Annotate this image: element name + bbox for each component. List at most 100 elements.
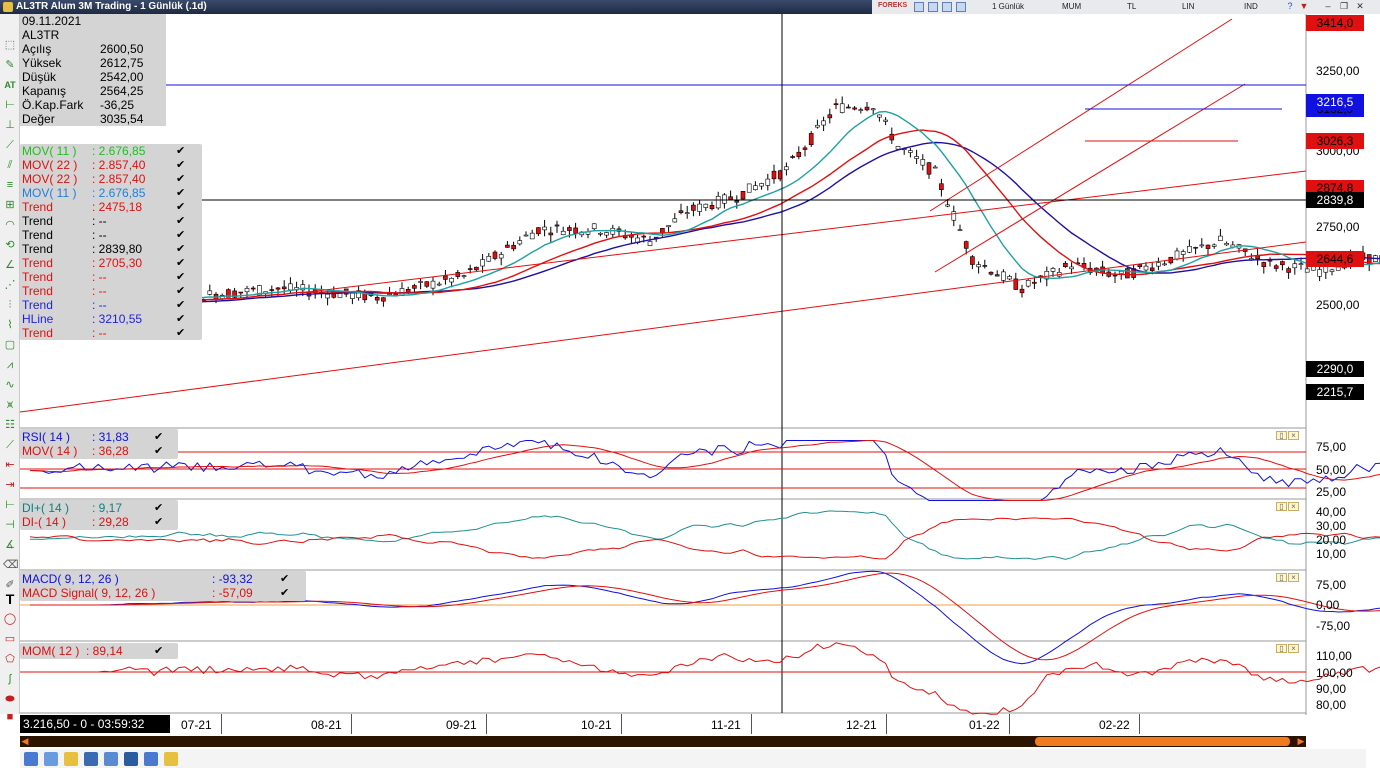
image-icon[interactable]	[124, 752, 138, 766]
panel-restore-icon[interactable]: ▯	[1276, 644, 1287, 653]
indicator-name: Trend	[22, 298, 53, 312]
save-disk-icon[interactable]	[84, 752, 98, 766]
panel-restore-icon[interactable]: ▯	[1276, 573, 1287, 582]
checkmark-icon[interactable]: ✔	[154, 430, 163, 444]
search-icon[interactable]	[24, 752, 38, 766]
checkmark-icon[interactable]: ✔	[280, 572, 289, 586]
zoom-in-icon[interactable]	[104, 752, 118, 766]
scroll-thumb[interactable]	[1035, 737, 1290, 746]
di-plus-label: DI+( 14 )	[22, 501, 70, 515]
candle-down	[1137, 264, 1143, 268]
panel-restore-icon[interactable]: ▯	[1276, 502, 1287, 511]
candle-down	[641, 235, 647, 238]
indicator-name: Trend	[22, 326, 53, 340]
candle-down	[511, 244, 516, 250]
indicator-row[interactable]: Trend: -- ✔	[22, 228, 185, 242]
date-tick	[1139, 714, 1140, 734]
candle-down	[275, 287, 281, 290]
checkmark-icon[interactable]: ✔	[154, 644, 163, 658]
mom-value: : 89,14	[86, 644, 123, 658]
rsi-mov-value: : 36,28	[92, 444, 129, 458]
indicator-row[interactable]: MOV( 22 ): 2.857,40 ✔	[22, 172, 185, 186]
checkmark-icon[interactable]: ✔	[176, 186, 185, 200]
di-axis-label: 20,00	[1316, 533, 1347, 547]
checkmark-icon[interactable]: ✔	[176, 326, 185, 340]
panel-close-icon[interactable]: ×	[1288, 502, 1299, 511]
rsi-mov-row[interactable]: MOV( 14 ): 36,28 ✔	[22, 444, 163, 458]
checkmark-icon[interactable]: ✔	[176, 172, 185, 186]
indicator-name: MOV( 22 )	[22, 172, 78, 186]
indicator-row[interactable]: Trend: -- ✔	[22, 284, 185, 298]
checkmark-icon[interactable]: ✔	[176, 284, 185, 298]
indicator-name: MOV( 11 )	[22, 144, 77, 158]
checkmark-icon[interactable]: ✔	[280, 586, 289, 600]
panel-close-icon[interactable]: ×	[1288, 644, 1299, 653]
mom-legend: MOM( 12 ): 89,14 ✔	[20, 643, 178, 659]
indicator-row[interactable]: MOV( 22 ): 2.857,40 ✔	[22, 158, 185, 172]
macd-signal-row[interactable]: MACD Signal( 9, 12, 26 ) : -57,09 ✔	[22, 586, 289, 600]
scroll-left-icon[interactable]: ◀	[20, 736, 30, 747]
checkmark-icon[interactable]: ✔	[176, 158, 185, 172]
indicator-row[interactable]: Trend: -- ✔	[22, 270, 185, 284]
indicator-row[interactable]: MOV( 11 ): 2.676,85 ✔	[22, 186, 185, 200]
di-axis-label: 30,00	[1316, 519, 1347, 533]
indicator-row[interactable]: Trend: 2705,30 ✔	[22, 256, 185, 270]
candle-up	[746, 183, 752, 193]
checkmark-icon[interactable]: ✔	[176, 298, 185, 312]
rsi-line	[29, 439, 1380, 501]
zoom-out-icon[interactable]	[44, 752, 58, 766]
macd-signal-label: MACD Signal( 9, 12, 26 )	[22, 586, 156, 600]
indicator-row[interactable]: Trend: -- ✔	[22, 214, 185, 228]
indicator-row[interactable]: Trend: -- ✔	[22, 326, 185, 340]
database-icon[interactable]	[144, 752, 158, 766]
indicator-row[interactable]: HLine: 3210,55 ✔	[22, 312, 185, 326]
indicator-legend: MOV( 11 ): 2.676,85 ✔ MOV( 22 ): 2.857,40 ✔…	[20, 144, 202, 340]
candle-down	[548, 232, 554, 236]
folder-icon[interactable]	[64, 752, 78, 766]
candle-up	[883, 119, 888, 122]
time-scrollbar[interactable]: ◀ ▶	[20, 736, 1306, 747]
panel-close-icon[interactable]: ×	[1288, 431, 1299, 440]
rsi-label: RSI( 14 )	[22, 430, 71, 444]
mom-row[interactable]: MOM( 12 ): 89,14 ✔	[22, 644, 163, 658]
macd-row[interactable]: MACD( 9, 12, 26 ): -93,32 ✔	[22, 572, 289, 586]
candle-up	[1001, 271, 1006, 281]
candle-down	[505, 244, 510, 248]
indicator-value: : 2705,30	[92, 256, 143, 270]
candle-down	[678, 210, 684, 213]
checkmark-icon[interactable]: ✔	[176, 312, 185, 326]
indicator-row[interactable]: MOV( 11 ): 2.676,85 ✔	[22, 144, 185, 158]
macd-signal-value: : -57,09	[212, 586, 253, 600]
indicator-row[interactable]: Trend: 2475,18 ✔	[22, 200, 185, 214]
checkmark-icon[interactable]: ✔	[154, 501, 163, 515]
di-minus-row[interactable]: DI-( 14 ): 29,28 ✔	[22, 515, 163, 529]
checkmark-icon[interactable]: ✔	[176, 200, 185, 214]
candle-down	[963, 241, 969, 249]
indicator-row[interactable]: Trend: 2839,80 ✔	[22, 242, 185, 256]
indicator-value: : --	[92, 298, 107, 312]
price-panel	[20, 14, 1306, 428]
candle-up	[759, 183, 764, 187]
candle-down	[994, 274, 1000, 277]
checkmark-icon[interactable]: ✔	[154, 444, 163, 458]
scroll-right-icon[interactable]: ▶	[1296, 736, 1306, 747]
wizard-icon[interactable]	[164, 752, 178, 766]
info-key: Yüksek	[22, 56, 62, 70]
candle-down	[443, 275, 448, 280]
checkmark-icon[interactable]: ✔	[176, 242, 185, 256]
di-plus-row[interactable]: DI+( 14 ): 9,17 ✔	[22, 501, 163, 515]
indicator-row[interactable]: Trend : -- ✔	[22, 298, 185, 312]
checkmark-icon[interactable]: ✔	[176, 144, 185, 158]
candle-down	[1063, 262, 1068, 267]
candle-up	[430, 280, 436, 289]
chart-canvas[interactable]	[0, 0, 1380, 768]
panel-restore-icon[interactable]: ▯	[1276, 431, 1287, 440]
panel-close-icon[interactable]: ×	[1288, 573, 1299, 582]
checkmark-icon[interactable]: ✔	[176, 228, 185, 242]
checkmark-icon[interactable]: ✔	[176, 256, 185, 270]
rsi-row[interactable]: RSI( 14 ): 31,83 ✔	[22, 430, 163, 444]
checkmark-icon[interactable]: ✔	[176, 214, 185, 228]
checkmark-icon[interactable]: ✔	[154, 515, 163, 529]
info-key: Açılış	[22, 42, 52, 56]
checkmark-icon[interactable]: ✔	[176, 270, 185, 284]
